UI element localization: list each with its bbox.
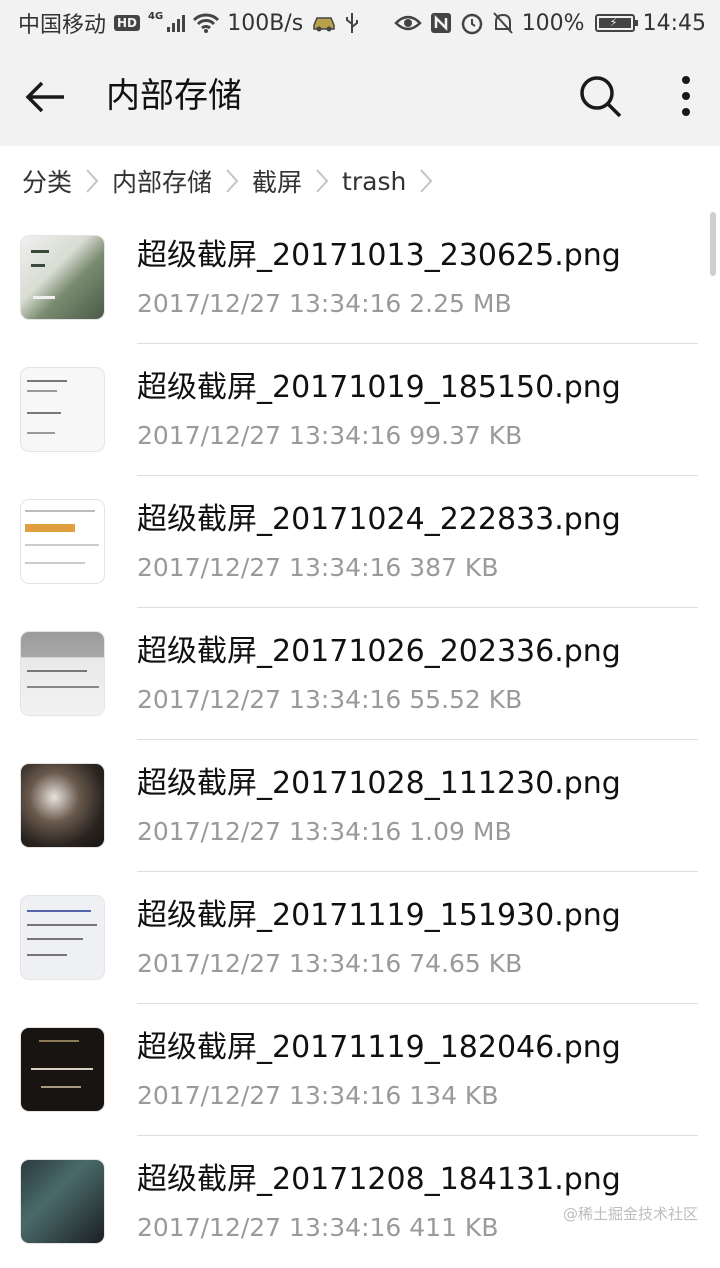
file-thumbnail	[21, 500, 104, 583]
file-name: 超级截屏_20171028_111230.png	[137, 766, 621, 801]
alarm-icon	[461, 13, 482, 35]
file-row[interactable]: 超级截屏_20171026_202336.png 2017/12/27 13:3…	[0, 608, 720, 740]
file-row[interactable]: 超级截屏_20171024_222833.png 2017/12/27 13:3…	[0, 476, 720, 608]
nfc-icon	[430, 13, 451, 33]
file-row[interactable]: 超级截屏_20171119_182046.png 2017/12/27 13:3…	[0, 1004, 720, 1136]
eye-icon	[393, 15, 422, 31]
file-row[interactable]: 超级截屏_20171119_151930.png 2017/12/27 13:3…	[0, 872, 720, 1004]
file-name: 超级截屏_20171013_230625.png	[137, 238, 621, 273]
file-meta: 2017/12/27 13:34:16 55.52 KB	[137, 685, 523, 714]
chevron-right-icon	[406, 168, 446, 194]
file-meta: 2017/12/27 13:34:16 411 KB	[137, 1213, 499, 1242]
breadcrumb: 分类 内部存储 截屏 trash	[0, 146, 720, 216]
file-meta: 2017/12/27 13:34:16 387 KB	[137, 553, 499, 582]
file-thumbnail	[21, 1028, 104, 1111]
file-row[interactable]: 超级截屏_20171019_185150.png 2017/12/27 13:3…	[0, 344, 720, 476]
status-bar: 中国移动 HD 4G 100B/s 100% ⚡ 14:45	[0, 0, 720, 46]
battery-percent: 100%	[521, 10, 585, 36]
breadcrumb-item-trash[interactable]: trash	[342, 167, 406, 196]
file-meta: 2017/12/27 13:34:16 99.37 KB	[137, 421, 523, 450]
more-vertical-icon[interactable]	[670, 72, 702, 120]
back-arrow-icon[interactable]	[24, 76, 66, 118]
file-name: 超级截屏_20171019_185150.png	[137, 370, 621, 405]
breadcrumb-item-internal-storage[interactable]: 内部存储	[112, 163, 212, 199]
file-thumbnail	[21, 236, 104, 319]
breadcrumb-item-category[interactable]: 分类	[22, 163, 72, 199]
file-thumbnail	[21, 896, 104, 979]
chevron-right-icon	[212, 168, 252, 194]
search-icon[interactable]	[576, 72, 624, 120]
file-thumbnail	[21, 764, 104, 847]
signal-icon	[167, 14, 186, 32]
file-meta: 2017/12/27 13:34:16 134 KB	[137, 1081, 499, 1110]
mute-icon	[492, 12, 513, 34]
chevron-right-icon	[302, 168, 342, 194]
chevron-right-icon	[72, 168, 112, 194]
file-thumbnail	[21, 632, 104, 715]
carrier-label: 中国移动	[18, 13, 107, 38]
wifi-icon	[193, 13, 220, 33]
file-name: 超级截屏_20171208_184131.png	[137, 1162, 621, 1197]
file-name: 超级截屏_20171119_182046.png	[137, 1030, 621, 1065]
file-name: 超级截屏_20171119_151930.png	[137, 898, 621, 933]
file-meta: 2017/12/27 13:34:16 74.65 KB	[137, 949, 523, 978]
usb-icon	[346, 13, 359, 33]
file-row[interactable]: 超级截屏_20171013_230625.png 2017/12/27 13:3…	[0, 212, 720, 344]
file-meta: 2017/12/27 13:34:16 1.09 MB	[137, 817, 512, 846]
network-speed-label: 100B/s	[227, 10, 304, 36]
file-meta: 2017/12/27 13:34:16 2.25 MB	[137, 289, 512, 318]
file-thumbnail	[21, 1160, 104, 1243]
toolbar: 内部存储	[0, 46, 720, 146]
car-icon	[313, 17, 335, 32]
battery-icon: ⚡	[594, 14, 638, 32]
file-name: 超级截屏_20171026_202336.png	[137, 634, 621, 669]
hd-icon: HD	[114, 15, 141, 31]
watermark: @稀土掘金技术社区	[562, 1205, 698, 1223]
breadcrumb-item-screenshots[interactable]: 截屏	[252, 163, 302, 199]
network-type-label: 4G	[148, 10, 164, 22]
file-list: 超级截屏_20171013_230625.png 2017/12/27 13:3…	[0, 212, 720, 1268]
file-row[interactable]: 超级截屏_20171028_111230.png 2017/12/27 13:3…	[0, 740, 720, 872]
file-thumbnail	[21, 368, 104, 451]
clock: 14:45	[642, 10, 706, 36]
page-title: 内部存储	[106, 76, 242, 116]
file-name: 超级截屏_20171024_222833.png	[137, 502, 621, 537]
scrollbar[interactable]	[710, 212, 716, 276]
file-row[interactable]: 超级截屏_20171208_184131.png 2017/12/27 13:3…	[0, 1136, 720, 1268]
